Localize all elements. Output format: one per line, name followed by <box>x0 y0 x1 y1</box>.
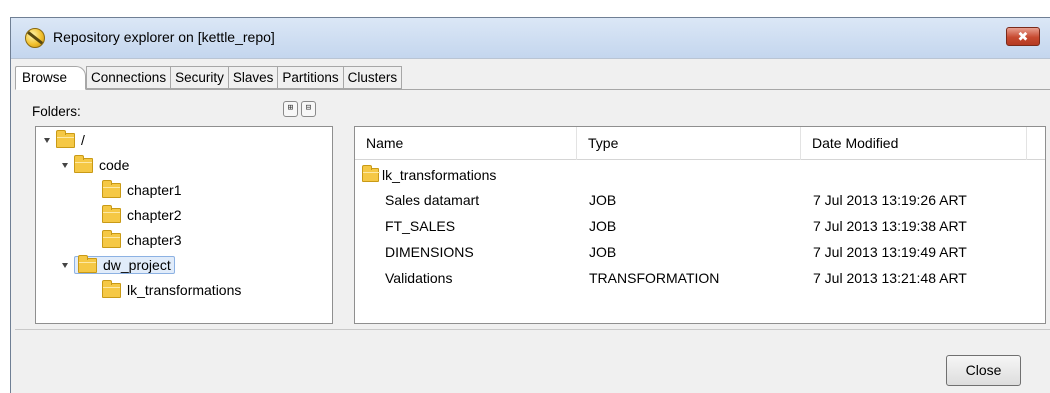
tree-node-label: / <box>81 132 85 148</box>
column-header-name[interactable]: Name <box>355 127 577 160</box>
expanded-arrow-icon[interactable] <box>62 162 68 168</box>
item-name: Validations <box>385 270 453 286</box>
table-row[interactable]: DIMENSIONS JOB 7 Jul 2013 13:19:49 ART <box>355 242 1045 264</box>
folder-icon <box>362 165 380 182</box>
item-type: JOB <box>589 192 617 208</box>
tree-node-code[interactable]: code <box>62 154 129 176</box>
close-button[interactable]: Close <box>946 355 1021 386</box>
tree-node-root[interactable]: / <box>44 129 85 151</box>
tab-connections[interactable]: Connections <box>86 66 172 89</box>
folder-icon <box>102 179 121 198</box>
item-type: JOB <box>589 218 617 234</box>
tree-node-label: lk_transformations <box>127 282 242 298</box>
table-header: Name Type Date Modified <box>355 127 1045 160</box>
folder-icon <box>78 254 97 273</box>
tree-node-dw-project[interactable]: dw_project <box>62 254 175 276</box>
tab-browse[interactable]: Browse <box>15 66 87 90</box>
folder-icon <box>102 279 121 298</box>
item-date: 7 Jul 2013 13:19:26 ART <box>813 192 967 208</box>
tree-node-label: chapter1 <box>127 182 182 198</box>
tab-security[interactable]: Security <box>171 66 229 89</box>
table-row-folder[interactable]: lk_transformations <box>355 164 1045 186</box>
folders-label: Folders: <box>32 104 81 119</box>
table-row[interactable]: Sales datamart JOB 7 Jul 2013 13:19:26 A… <box>355 190 1045 212</box>
tree-node-label: code <box>99 157 130 173</box>
kettle-app-icon <box>25 28 45 48</box>
table-row[interactable]: Validations TRANSFORMATION 7 Jul 2013 13… <box>355 268 1045 290</box>
tab-slaves[interactable]: Slaves <box>228 66 279 89</box>
repository-explorer-window: Repository explorer on [kettle_repo] ✖ B… <box>10 17 1050 393</box>
tab-clusters[interactable]: Clusters <box>343 66 403 89</box>
expanded-arrow-icon[interactable] <box>44 137 50 143</box>
item-type: JOB <box>589 244 617 260</box>
item-name: Sales datamart <box>385 192 480 208</box>
tree-node-label: dw_project <box>103 257 171 273</box>
column-header-type[interactable]: Type <box>577 127 801 160</box>
table-row[interactable]: FT_SALES JOB 7 Jul 2013 13:19:38 ART <box>355 216 1045 238</box>
expanded-arrow-icon[interactable] <box>62 262 68 268</box>
tree-node-lk-transformations[interactable]: lk_transformations <box>102 279 241 301</box>
selected-node-highlight: dw_project <box>74 254 175 274</box>
tree-node-chapter2[interactable]: chapter2 <box>102 204 181 226</box>
column-header-date[interactable]: Date Modified <box>801 127 1027 160</box>
folder-icon <box>56 129 75 148</box>
item-date: 7 Jul 2013 13:19:49 ART <box>813 244 967 260</box>
expand-tree-icon[interactable]: ⊞ <box>283 101 298 117</box>
tab-bar: Browse Connections Security Slaves Parti… <box>15 66 403 90</box>
item-date: 7 Jul 2013 13:19:38 ART <box>813 218 967 234</box>
tree-node-chapter3[interactable]: chapter3 <box>102 229 181 251</box>
tree-node-chapter1[interactable]: chapter1 <box>102 179 181 201</box>
close-window-icon[interactable]: ✖ <box>1006 27 1040 46</box>
folder-icon <box>74 154 93 173</box>
repository-items-table[interactable]: Name Type Date Modified lk_transformatio… <box>354 126 1046 324</box>
item-name: FT_SALES <box>385 218 456 234</box>
item-type: TRANSFORMATION <box>589 270 720 286</box>
folder-tree[interactable]: / code chapter1 chapter2 chapter3 dw_pro… <box>35 126 333 324</box>
title-bar[interactable]: Repository explorer on [kettle_repo] ✖ <box>11 18 1050 58</box>
folder-name: lk_transformations <box>382 167 497 183</box>
folder-icon <box>102 204 121 223</box>
item-date: 7 Jul 2013 13:21:48 ART <box>813 270 967 286</box>
folder-name-cell: lk_transformations <box>362 165 497 183</box>
item-name: DIMENSIONS <box>385 244 474 260</box>
tree-node-label: chapter3 <box>127 232 182 248</box>
window-title: Repository explorer on [kettle_repo] <box>53 29 275 45</box>
browse-panel: Folders: ⊞ ⊟ / code chapter1 chapter2 ch… <box>15 89 1050 330</box>
collapse-tree-icon[interactable]: ⊟ <box>301 101 316 117</box>
dialog-body: Browse Connections Security Slaves Parti… <box>11 58 1050 393</box>
folder-icon <box>102 229 121 248</box>
tab-partitions[interactable]: Partitions <box>278 66 344 89</box>
tree-node-label: chapter2 <box>127 207 182 223</box>
